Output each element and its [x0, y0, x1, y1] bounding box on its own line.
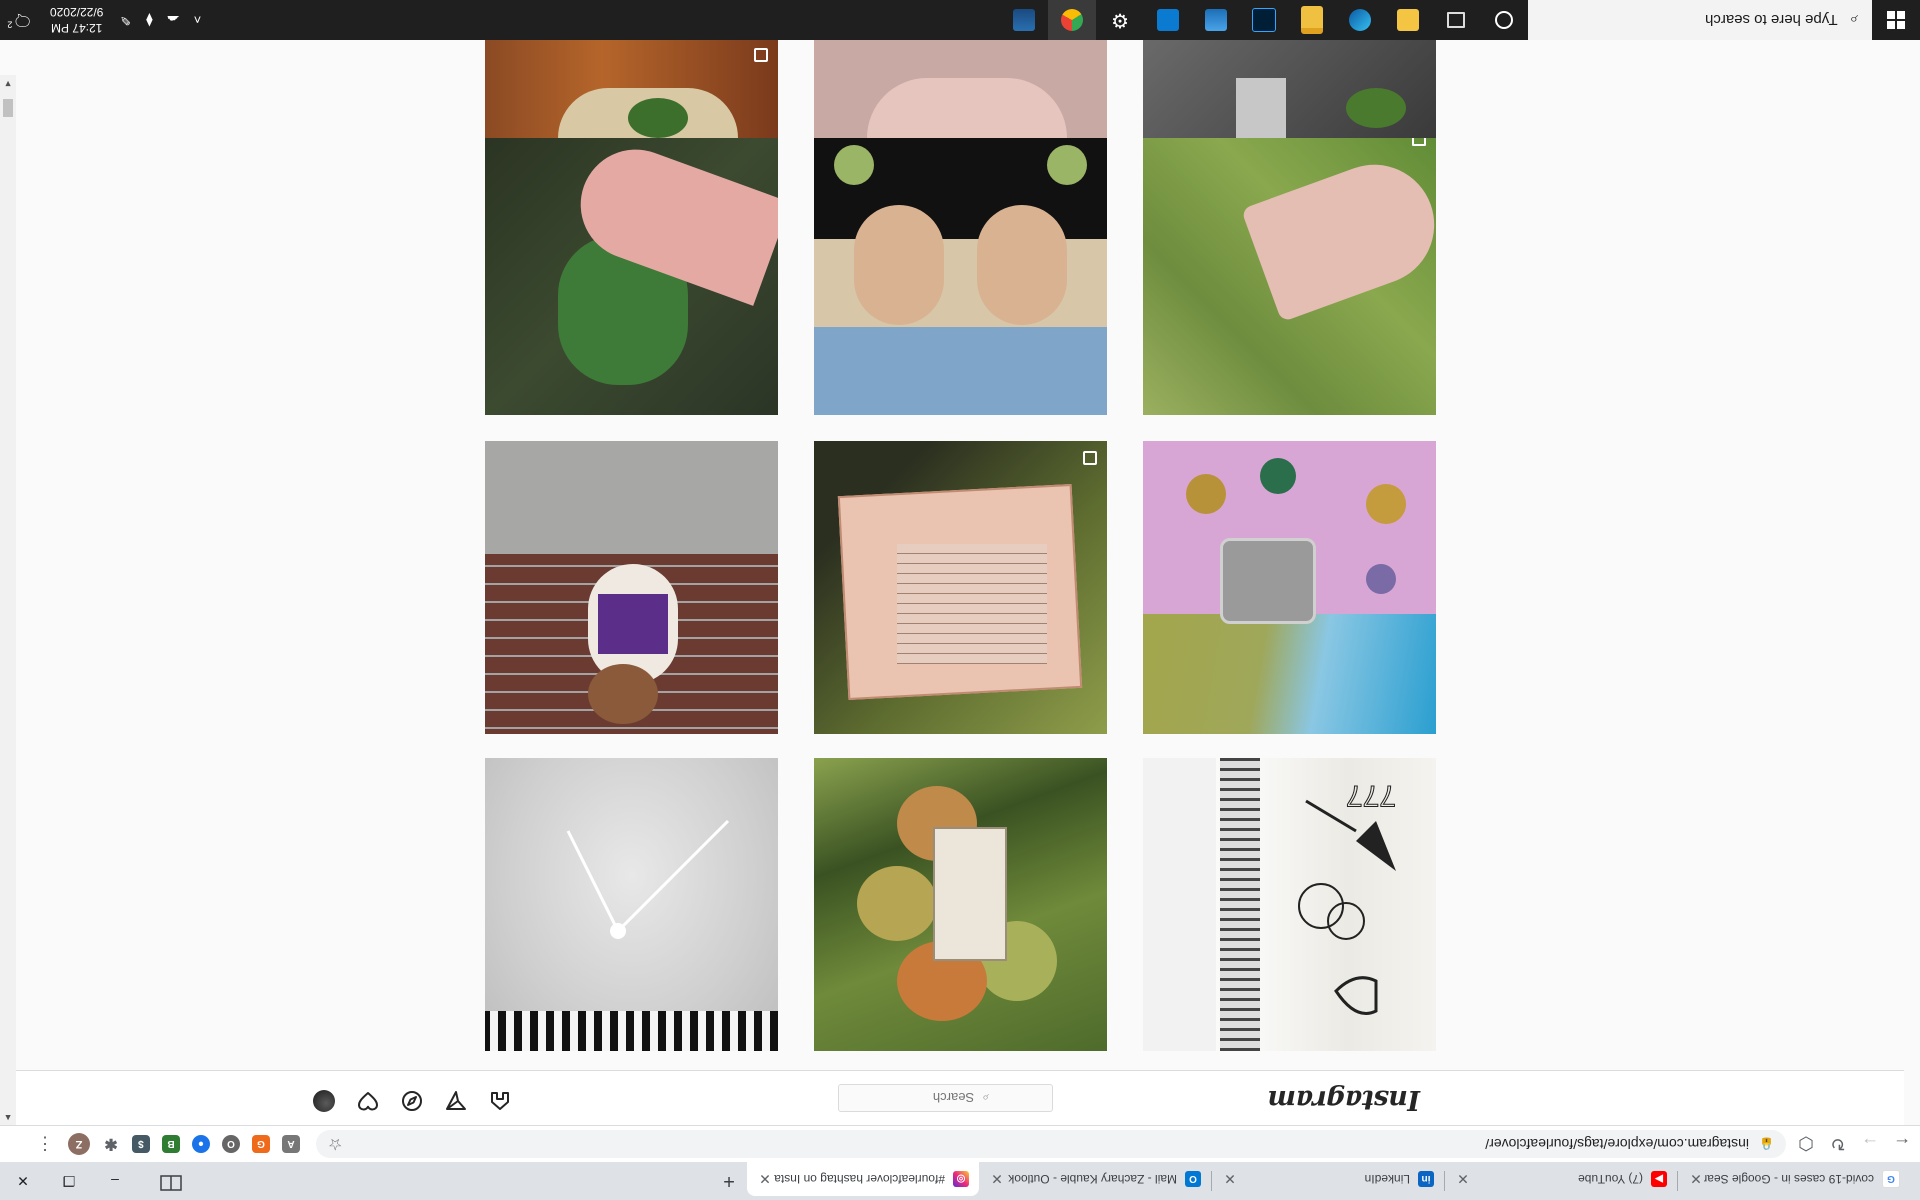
onedrive-icon[interactable]	[1192, 0, 1240, 40]
page-scrollbar[interactable]: ▲ ▼	[0, 75, 16, 1125]
post-thumbnail[interactable]	[814, 38, 1107, 138]
post-thumbnail[interactable]	[485, 758, 778, 1051]
photos-icon[interactable]	[1000, 0, 1048, 40]
pen-icon[interactable]: ✎	[113, 12, 137, 28]
post-thumbnail[interactable]	[485, 122, 778, 415]
post-thumbnail[interactable]	[1143, 441, 1436, 734]
svg-text:777: 777	[1346, 781, 1396, 812]
post-thumbnail[interactable]	[1143, 38, 1436, 138]
post-thumbnail[interactable]	[1143, 122, 1436, 415]
scroll-down-arrow-icon[interactable]: ▼	[2, 77, 14, 89]
post-thumbnail[interactable]	[485, 441, 778, 734]
taskbar-clock[interactable]: 12:47 PM 9/22/2020	[50, 4, 103, 36]
edge-icon[interactable]	[1336, 0, 1384, 40]
notification-center-icon[interactable]: 🗨2	[0, 10, 40, 30]
post-thumbnail[interactable]	[814, 758, 1107, 1051]
mail-folder-icon[interactable]	[1288, 0, 1336, 40]
taskbar-search-placeholder[interactable]: Type here to search	[1705, 12, 1838, 29]
screenshot-rotated-180: G covid-19 cases in - Google Sear ✕ ▶ (7…	[0, 0, 1920, 1200]
store-icon[interactable]	[1144, 0, 1192, 40]
settings-icon[interactable]: ⚙	[1096, 0, 1144, 40]
dropbox-icon[interactable]: ⧫	[137, 12, 161, 28]
scrollbar-thumb[interactable]	[3, 99, 13, 117]
chrome-icon[interactable]	[1048, 0, 1096, 40]
taskbar-search-box[interactable]: ⌕ Type here to search	[1528, 0, 1872, 40]
task-view-icon[interactable]	[1432, 0, 1480, 40]
carousel-icon	[754, 48, 768, 62]
start-button[interactable]	[1872, 0, 1920, 40]
post-grid: 777	[0, 0, 1920, 1200]
cortana-icon[interactable]	[1480, 0, 1528, 40]
chevron-up-icon[interactable]: ˄	[185, 13, 209, 28]
scroll-up-arrow-icon[interactable]: ▲	[2, 1111, 14, 1123]
clock-date: 9/22/2020	[50, 5, 104, 19]
windows-taskbar: ⌕ Type here to search ⚙ ˄ ☁ ⧫ ✎ 12:47 PM…	[0, 0, 1920, 40]
search-icon: ⌕	[1849, 11, 1858, 29]
system-tray: ˄ ☁ ⧫ ✎ 12:47 PM 9/22/2020 🗨2	[0, 0, 209, 40]
windows-logo-icon	[1887, 11, 1905, 29]
carousel-icon	[1083, 451, 1097, 465]
post-thumbnail[interactable]	[814, 441, 1107, 734]
taskbar-apps: ⚙	[1000, 0, 1528, 40]
photoshop-icon[interactable]	[1240, 0, 1288, 40]
notification-count: 2	[7, 19, 13, 30]
post-thumbnail[interactable]: 777	[1143, 758, 1436, 1051]
file-explorer-icon[interactable]	[1384, 0, 1432, 40]
post-thumbnail[interactable]	[814, 122, 1107, 415]
clock-time: 12:47 PM	[51, 21, 103, 35]
cloud-icon[interactable]: ☁	[161, 12, 185, 28]
post-thumbnail[interactable]	[485, 38, 778, 138]
